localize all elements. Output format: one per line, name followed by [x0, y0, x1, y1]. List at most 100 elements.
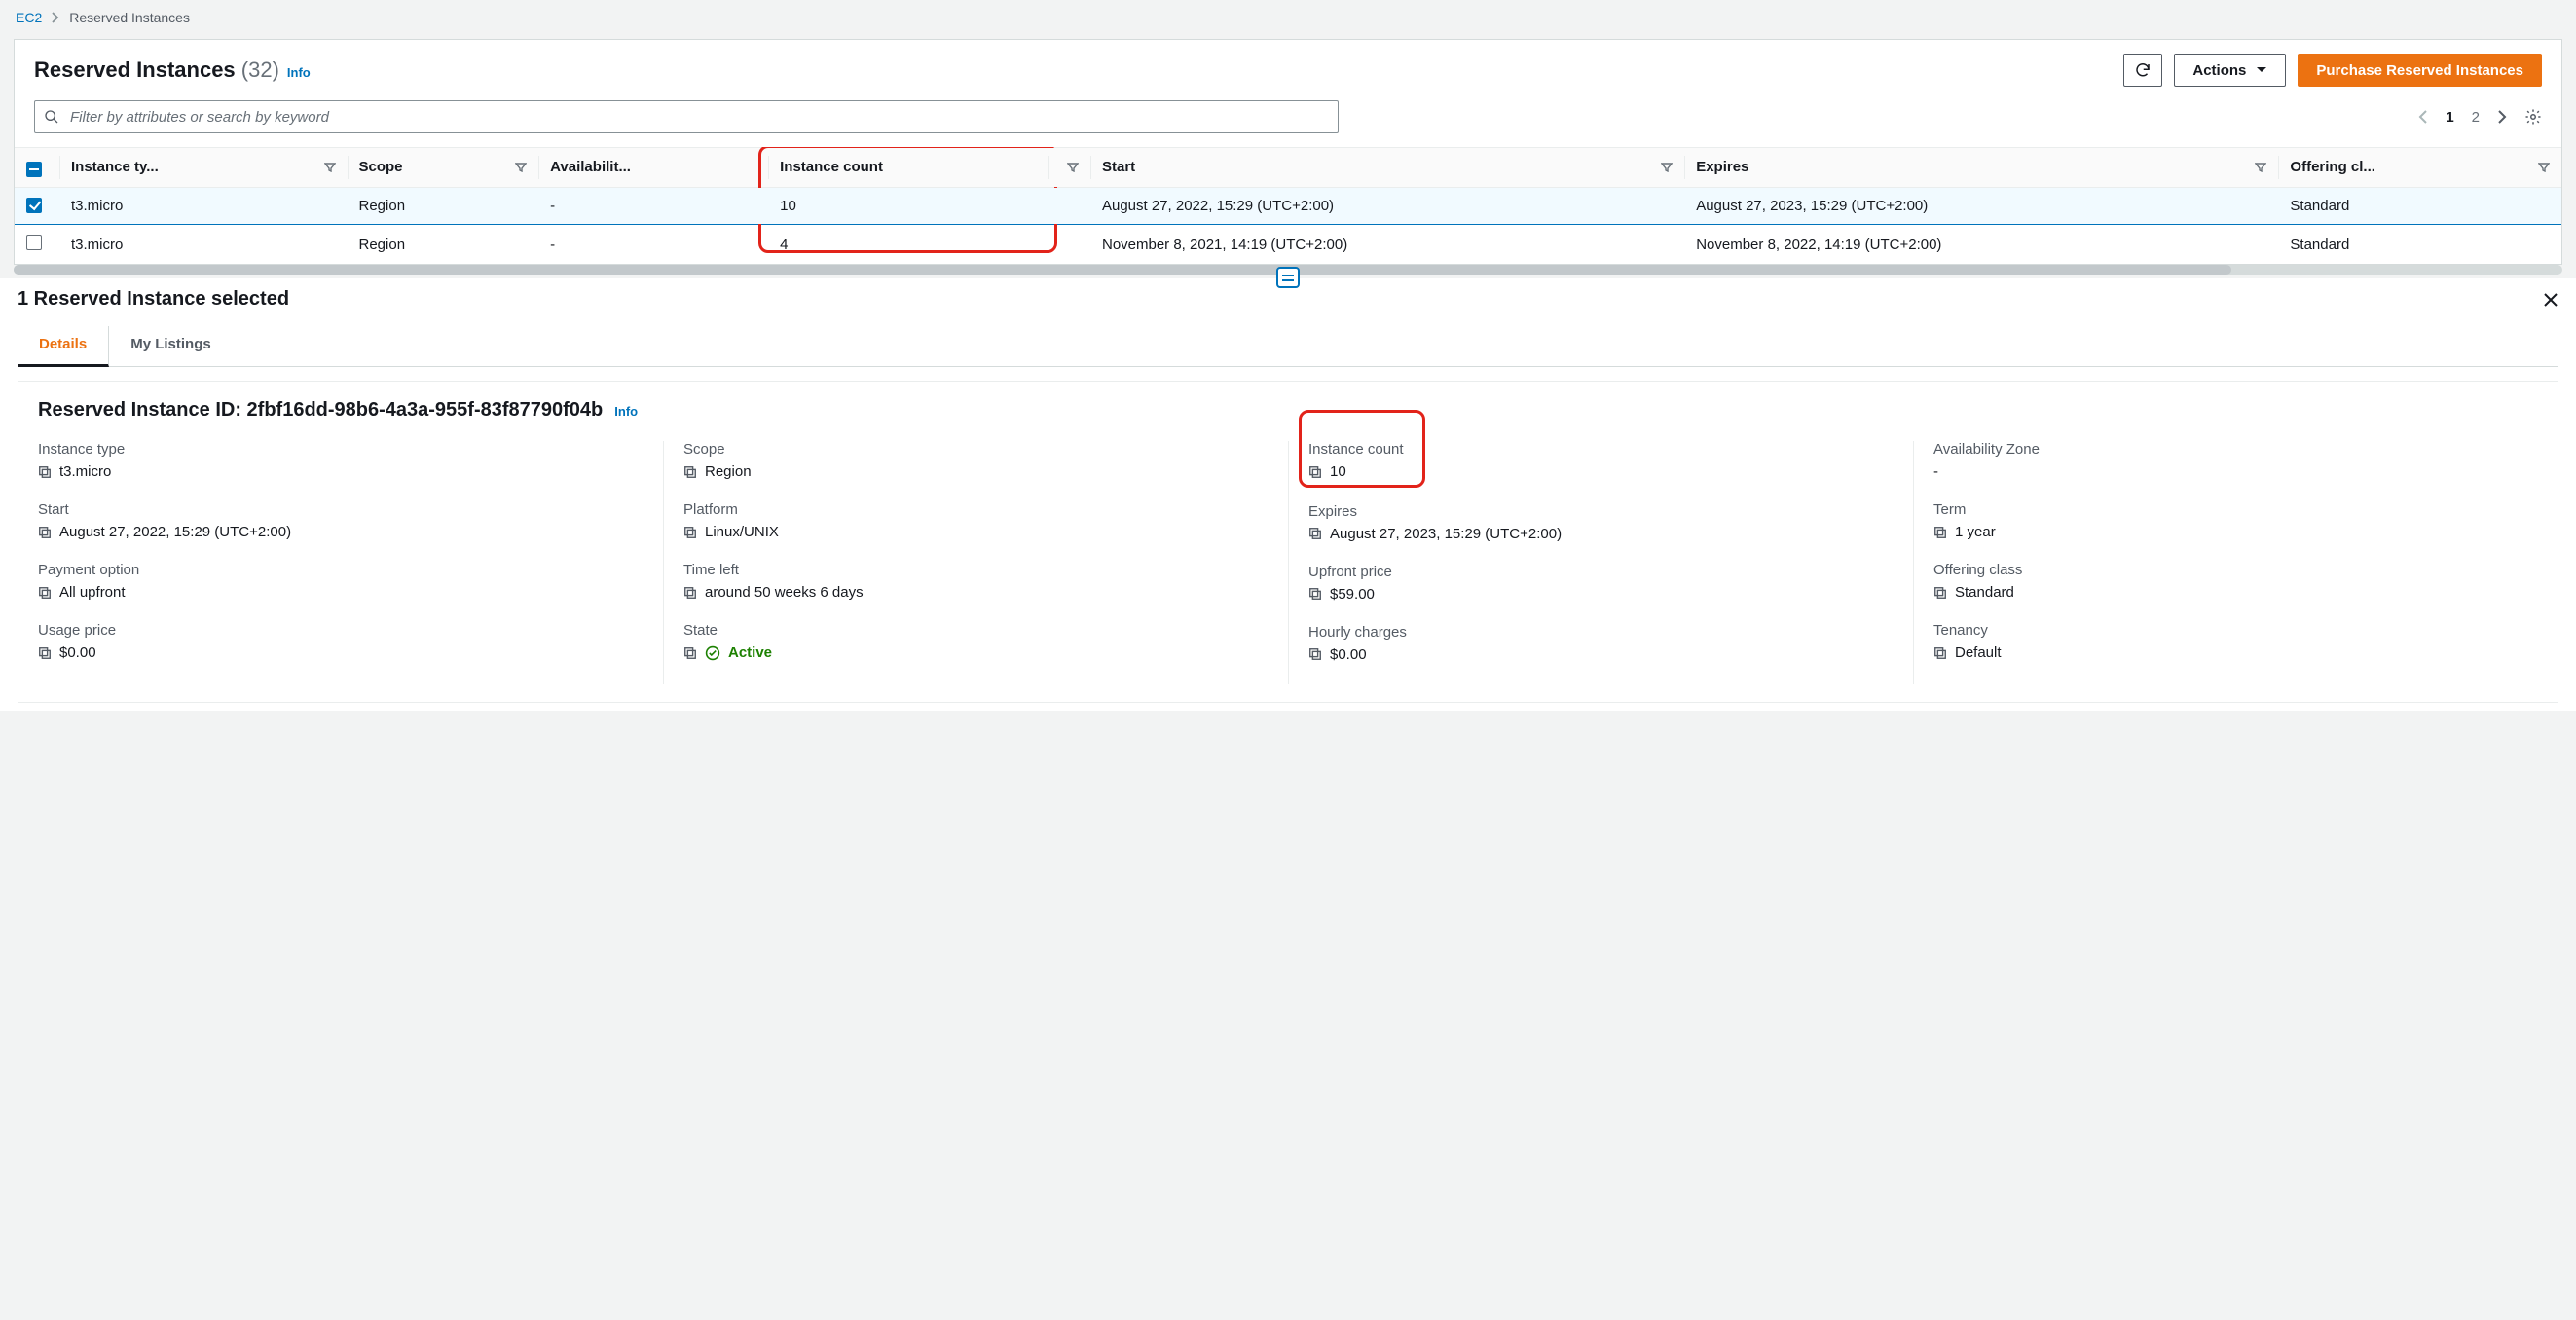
actions-dropdown[interactable]: Actions [2174, 54, 2286, 87]
copy-icon[interactable] [1308, 527, 1322, 540]
cell-expires: November 8, 2022, 14:19 (UTC+2:00) [1684, 225, 2278, 265]
cell-scope: Region [348, 187, 539, 225]
search-icon [44, 109, 59, 125]
close-icon [2543, 292, 2558, 308]
refresh-button[interactable] [2123, 54, 2162, 87]
copy-icon[interactable] [1933, 586, 1947, 600]
cell-offering-class: Standard [2278, 225, 2561, 265]
col-instance-count-filter[interactable] [1048, 148, 1090, 188]
cell-instance-count: 4 [768, 225, 1048, 265]
filter-icon[interactable] [2538, 163, 2550, 172]
filter-icon[interactable] [515, 163, 527, 172]
col-instance-type[interactable]: Instance ty... [59, 148, 348, 188]
cell-availability: - [538, 187, 768, 225]
copy-icon[interactable] [683, 526, 697, 539]
row-checkbox[interactable] [26, 198, 42, 213]
cell-instance-type: t3.micro [59, 187, 348, 225]
field-start: Start August 27, 2022, 15:29 (UTC+2:00) [38, 501, 644, 540]
refresh-icon [2134, 61, 2152, 79]
filter-input[interactable] [34, 100, 1339, 133]
copy-icon[interactable] [683, 586, 697, 600]
cell-offering-class: Standard [2278, 187, 2561, 225]
col-offering-class[interactable]: Offering cl... [2278, 148, 2561, 188]
purchase-button[interactable]: Purchase Reserved Instances [2298, 54, 2542, 87]
tab-my-listings[interactable]: My Listings [109, 326, 233, 366]
caret-down-icon [2256, 66, 2267, 74]
field-scope: Scope Region [683, 441, 1269, 480]
copy-icon[interactable] [1308, 647, 1322, 661]
search-input-wrap [34, 100, 1339, 133]
field-term: Term 1 year [1933, 501, 2519, 540]
field-offering-class: Offering class Standard [1933, 562, 2519, 601]
copy-icon[interactable] [683, 465, 697, 479]
page-title: Reserved Instances (32) [34, 57, 279, 83]
copy-icon[interactable] [38, 586, 52, 600]
table-row[interactable]: t3.micro Region - 4 November 8, 2021, 14… [15, 225, 2561, 265]
field-platform: Platform Linux/UNIX [683, 501, 1269, 540]
row-checkbox[interactable] [26, 235, 42, 250]
field-tenancy: Tenancy Default [1933, 622, 2519, 661]
breadcrumb-current: Reserved Instances [69, 10, 190, 25]
field-state: State Active [683, 622, 1269, 661]
field-expires: Expires August 27, 2023, 15:29 (UTC+2:00… [1308, 503, 1894, 542]
page-next-button[interactable] [2497, 109, 2507, 125]
filter-icon[interactable] [1067, 163, 1079, 172]
tab-details[interactable]: Details [18, 326, 109, 367]
page-title-count: (32) [241, 57, 279, 82]
field-usage-price: Usage price $0.00 [38, 622, 644, 661]
gear-icon [2524, 108, 2542, 126]
close-detail-button[interactable] [2543, 292, 2558, 308]
field-availability-zone: Availability Zone - [1933, 441, 2519, 480]
copy-icon[interactable] [1308, 465, 1322, 479]
cell-scope: Region [348, 225, 539, 265]
reserved-instances-table: Instance ty... Scope Availabilit... Inst… [15, 147, 2561, 264]
field-payment-option: Payment option All upfront [38, 562, 644, 601]
check-circle-icon [705, 645, 720, 661]
field-instance-count: Instance count 10 [1308, 441, 1894, 482]
detail-title: Reserved Instance ID: 2fbf16dd-98b6-4a3a… [38, 399, 603, 422]
page-prev-button[interactable] [2418, 109, 2428, 125]
col-expires[interactable]: Expires [1684, 148, 2278, 188]
copy-icon[interactable] [1933, 526, 1947, 539]
copy-icon[interactable] [1308, 587, 1322, 601]
breadcrumb: EC2 Reserved Instances [0, 0, 2576, 39]
cell-start: August 27, 2022, 15:29 (UTC+2:00) [1090, 187, 1684, 225]
reserved-instances-panel: Reserved Instances (32) Info Actions Pur… [14, 39, 2562, 265]
cell-instance-type: t3.micro [59, 225, 348, 265]
field-hourly-charges: Hourly charges $0.00 [1308, 624, 1894, 663]
table-settings-button[interactable] [2524, 108, 2542, 126]
info-link[interactable]: Info [287, 65, 311, 80]
col-instance-count[interactable]: Instance count [768, 148, 1048, 188]
splitter-handle[interactable] [1276, 267, 1300, 288]
filter-icon[interactable] [324, 163, 336, 172]
detail-tabs: Details My Listings [18, 326, 2558, 367]
filter-icon[interactable] [1661, 163, 1673, 172]
field-upfront-price: Upfront price $59.00 [1308, 564, 1894, 603]
detail-body: Reserved Instance ID: 2fbf16dd-98b6-4a3a… [18, 381, 2558, 703]
detail-info-link[interactable]: Info [614, 404, 638, 419]
detail-heading: 1 Reserved Instance selected [18, 288, 289, 311]
page-1[interactable]: 1 [2446, 109, 2453, 126]
select-all-checkbox[interactable] [26, 162, 42, 177]
col-start[interactable]: Start [1090, 148, 1684, 188]
col-availability[interactable]: Availabilit... [538, 148, 768, 188]
cell-start: November 8, 2021, 14:19 (UTC+2:00) [1090, 225, 1684, 265]
chevron-right-icon [52, 12, 59, 23]
table-header-row: Instance ty... Scope Availabilit... Inst… [15, 148, 2561, 188]
page-2[interactable]: 2 [2472, 109, 2480, 126]
copy-icon[interactable] [38, 526, 52, 539]
filter-icon[interactable] [2255, 163, 2266, 172]
highlight-instance-count-detail: Instance count 10 [1308, 441, 1404, 480]
field-instance-type: Instance type t3.micro [38, 441, 644, 480]
table-row[interactable]: t3.micro Region - 10 August 27, 2022, 15… [15, 187, 2561, 225]
breadcrumb-root[interactable]: EC2 [16, 10, 42, 25]
copy-icon[interactable] [1933, 646, 1947, 660]
copy-icon[interactable] [683, 646, 697, 660]
cell-expires: August 27, 2023, 15:29 (UTC+2:00) [1684, 187, 2278, 225]
copy-icon[interactable] [38, 646, 52, 660]
cell-instance-count: 10 [768, 187, 1048, 225]
detail-panel: 1 Reserved Instance selected Details My … [0, 278, 2576, 711]
copy-icon[interactable] [38, 465, 52, 479]
cell-availability: - [538, 225, 768, 265]
col-scope[interactable]: Scope [348, 148, 539, 188]
